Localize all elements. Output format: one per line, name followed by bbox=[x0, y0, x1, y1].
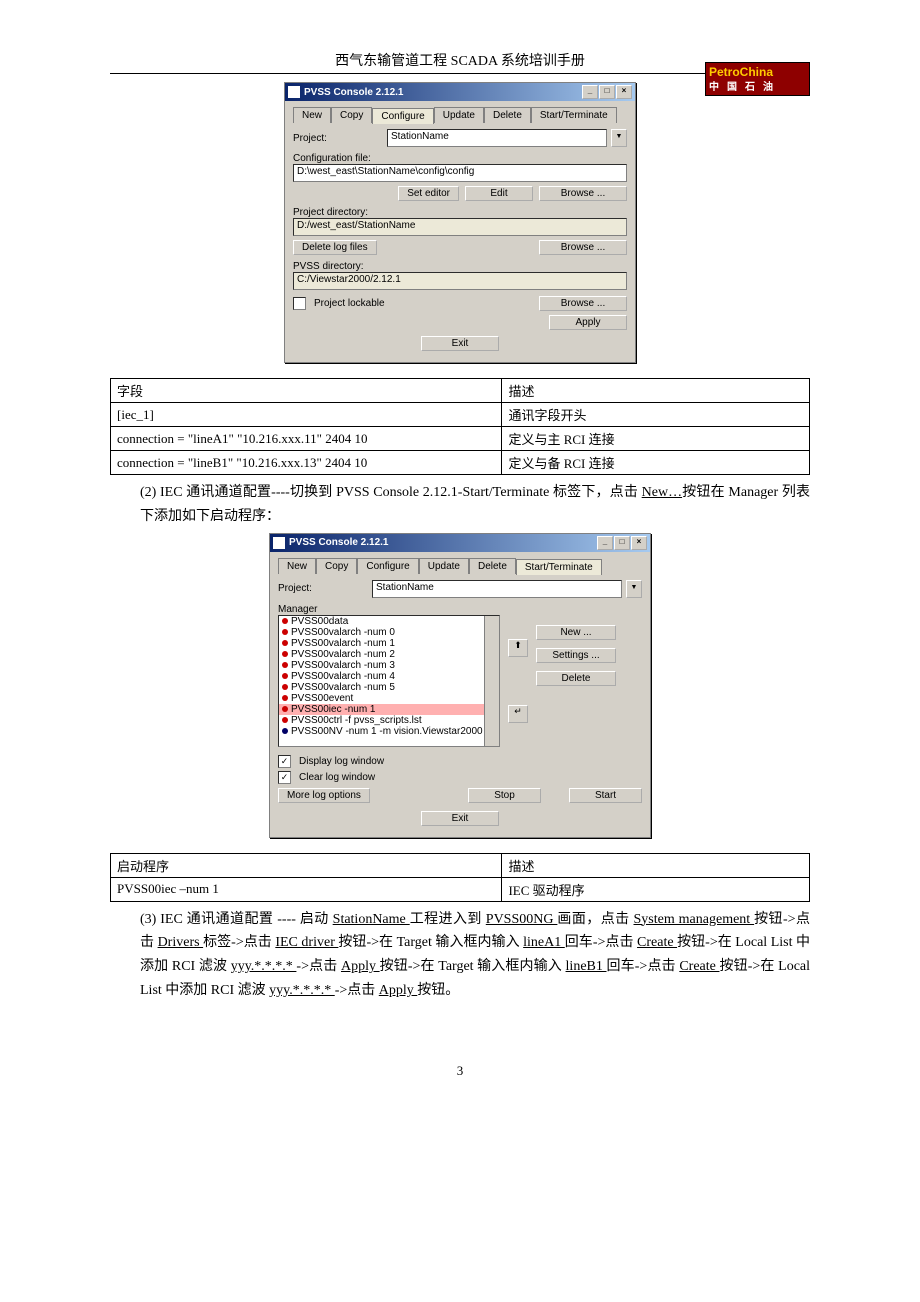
tab-update[interactable]: Update bbox=[434, 107, 484, 123]
tab-start-terminate[interactable]: Start/Terminate bbox=[516, 559, 602, 575]
browse-button-3[interactable]: Browse ... bbox=[539, 296, 627, 311]
edit-button[interactable]: Edit bbox=[465, 186, 533, 201]
close-icon[interactable]: × bbox=[631, 536, 647, 550]
list-item[interactable]: PVSS00valarch -num 2 bbox=[279, 649, 499, 660]
list-item[interactable]: PVSS00ctrl -f pvss_scripts.lst bbox=[279, 715, 499, 726]
apply-button[interactable]: Apply bbox=[549, 315, 627, 330]
config-file-input[interactable]: D:\west_east\StationName\config\config bbox=[293, 164, 627, 182]
list-item[interactable]: PVSS00valarch -num 5 bbox=[279, 682, 499, 693]
paragraph-2: (2) IEC 通讯通道配置----切换到 PVSS Console 2.12.… bbox=[140, 481, 810, 529]
table-header: 描述 bbox=[502, 379, 810, 403]
new-button[interactable]: New ... bbox=[536, 625, 616, 640]
table-cell: [iec_1] bbox=[111, 403, 502, 427]
titlebar: PVSS Console 2.12.1 _ □ × bbox=[270, 534, 650, 552]
table-cell: PVSS00iec –num 1 bbox=[111, 877, 502, 901]
pvss-console-start-dialog: PVSS Console 2.12.1 _ □ × New Copy Confi… bbox=[269, 533, 651, 838]
display-log-checkbox[interactable]: ✓ bbox=[278, 755, 291, 768]
set-editor-button[interactable]: Set editor bbox=[398, 186, 459, 201]
tab-configure[interactable]: Configure bbox=[372, 108, 433, 124]
projdir-input: D:/west_east/StationName bbox=[293, 218, 627, 236]
lockable-checkbox[interactable] bbox=[293, 297, 306, 310]
table-cell: connection = "lineA1" "10.216.xxx.11" 24… bbox=[111, 427, 502, 451]
fields-table: 字段 描述 [iec_1]通讯字段开头 connection = "lineA1… bbox=[110, 378, 810, 475]
browse-button-2[interactable]: Browse ... bbox=[539, 240, 627, 255]
pvssdir-input: C:/Viewstar2000/2.12.1 bbox=[293, 272, 627, 290]
logo-sub: 中国石油 bbox=[709, 80, 806, 96]
page-number: 3 bbox=[110, 1063, 810, 1079]
manager-label: Manager bbox=[278, 604, 642, 615]
projdir-label: Project directory: bbox=[293, 207, 627, 218]
tab-update[interactable]: Update bbox=[419, 558, 469, 574]
more-log-button[interactable]: More log options bbox=[278, 788, 370, 803]
delete-button[interactable]: Delete bbox=[536, 671, 616, 686]
dialog-title: PVSS Console 2.12.1 bbox=[289, 537, 389, 548]
table-header: 启动程序 bbox=[111, 853, 502, 877]
display-log-label: Display log window bbox=[299, 756, 384, 767]
dropdown-icon[interactable]: ▼ bbox=[626, 580, 642, 598]
startup-table: 启动程序 描述 PVSS00iec –num 1IEC 驱动程序 bbox=[110, 853, 810, 902]
project-dropdown[interactable]: StationName bbox=[387, 129, 607, 147]
exit-button[interactable]: Exit bbox=[421, 336, 499, 351]
start-button[interactable]: Start bbox=[569, 788, 642, 803]
table-cell: 定义与主 RCI 连接 bbox=[502, 427, 810, 451]
table-header: 描述 bbox=[502, 853, 810, 877]
list-item[interactable]: PVSS00valarch -num 4 bbox=[279, 671, 499, 682]
paragraph-3: (3) IEC 通讯通道配置 ---- 启动 StationName 工程进入到… bbox=[140, 908, 810, 1003]
list-item-selected[interactable]: PVSS00iec -num 1 bbox=[279, 704, 499, 715]
browse-button-1[interactable]: Browse ... bbox=[539, 186, 627, 201]
move-down-icon[interactable]: ↵ bbox=[508, 705, 528, 723]
tab-start[interactable]: Start/Terminate bbox=[531, 107, 617, 123]
scrollbar[interactable] bbox=[484, 616, 499, 746]
header-title: 西气东输管道工程 SCADA 系统培训手册 bbox=[335, 50, 585, 70]
list-item[interactable]: PVSS00valarch -num 3 bbox=[279, 660, 499, 671]
project-dropdown[interactable]: StationName bbox=[372, 580, 622, 598]
maximize-icon[interactable]: □ bbox=[599, 85, 615, 99]
list-item[interactable]: PVSS00valarch -num 0 bbox=[279, 627, 499, 638]
tab-delete[interactable]: Delete bbox=[484, 107, 531, 123]
table-cell: IEC 驱动程序 bbox=[502, 877, 810, 901]
table-cell: 定义与备 RCI 连接 bbox=[502, 451, 810, 475]
minimize-icon[interactable]: _ bbox=[597, 536, 613, 550]
tab-copy[interactable]: Copy bbox=[316, 558, 357, 574]
titlebar: PVSS Console 2.12.1 _ □ × bbox=[285, 83, 635, 101]
table-cell: connection = "lineB1" "10.216.xxx.13" 24… bbox=[111, 451, 502, 475]
table-cell: 通讯字段开头 bbox=[502, 403, 810, 427]
logo-top: PetroChina bbox=[709, 64, 806, 80]
tab-new[interactable]: New bbox=[293, 107, 331, 123]
delete-log-files-button[interactable]: Delete log files bbox=[293, 240, 377, 255]
new-link: New… bbox=[642, 485, 682, 500]
maximize-icon[interactable]: □ bbox=[614, 536, 630, 550]
tab-new[interactable]: New bbox=[278, 558, 316, 574]
app-icon bbox=[288, 86, 300, 98]
lockable-label: Project lockable bbox=[314, 298, 385, 309]
tab-row: New Copy Configure Update Delete Start/T… bbox=[278, 558, 642, 574]
list-item[interactable]: PVSS00NV -num 1 -m vision.Viewstar2000 bbox=[279, 726, 499, 737]
exit-button[interactable]: Exit bbox=[421, 811, 499, 826]
pvssdir-label: PVSS directory: bbox=[293, 261, 627, 272]
move-up-icon[interactable]: ⬆ bbox=[508, 639, 528, 657]
config-file-label: Configuration file: bbox=[293, 153, 627, 164]
dialog-title: PVSS Console 2.12.1 bbox=[304, 87, 404, 98]
project-label: Project: bbox=[293, 133, 383, 144]
clear-log-label: Clear log window bbox=[299, 772, 375, 783]
list-item[interactable]: PVSS00valarch -num 1 bbox=[279, 638, 499, 649]
settings-button[interactable]: Settings ... bbox=[536, 648, 616, 663]
pvss-console-configure-dialog: PVSS Console 2.12.1 _ □ × New Copy Confi… bbox=[284, 82, 636, 363]
table-header: 字段 bbox=[111, 379, 502, 403]
app-icon bbox=[273, 537, 285, 549]
tab-copy[interactable]: Copy bbox=[331, 107, 372, 123]
tab-row: New Copy Configure Update Delete Start/T… bbox=[293, 107, 627, 123]
petrochina-logo: PetroChina 中国石油 bbox=[705, 62, 810, 96]
minimize-icon[interactable]: _ bbox=[582, 85, 598, 99]
list-item[interactable]: PVSS00data bbox=[279, 616, 499, 627]
tab-configure[interactable]: Configure bbox=[357, 558, 418, 574]
close-icon[interactable]: × bbox=[616, 85, 632, 99]
project-label: Project: bbox=[278, 583, 368, 594]
clear-log-checkbox[interactable]: ✓ bbox=[278, 771, 291, 784]
list-item[interactable]: PVSS00event bbox=[279, 693, 499, 704]
manager-list[interactable]: PVSS00data PVSS00valarch -num 0 PVSS00va… bbox=[278, 615, 500, 747]
tab-delete[interactable]: Delete bbox=[469, 558, 516, 574]
dropdown-icon[interactable]: ▼ bbox=[611, 129, 627, 147]
stop-button[interactable]: Stop bbox=[468, 788, 541, 803]
